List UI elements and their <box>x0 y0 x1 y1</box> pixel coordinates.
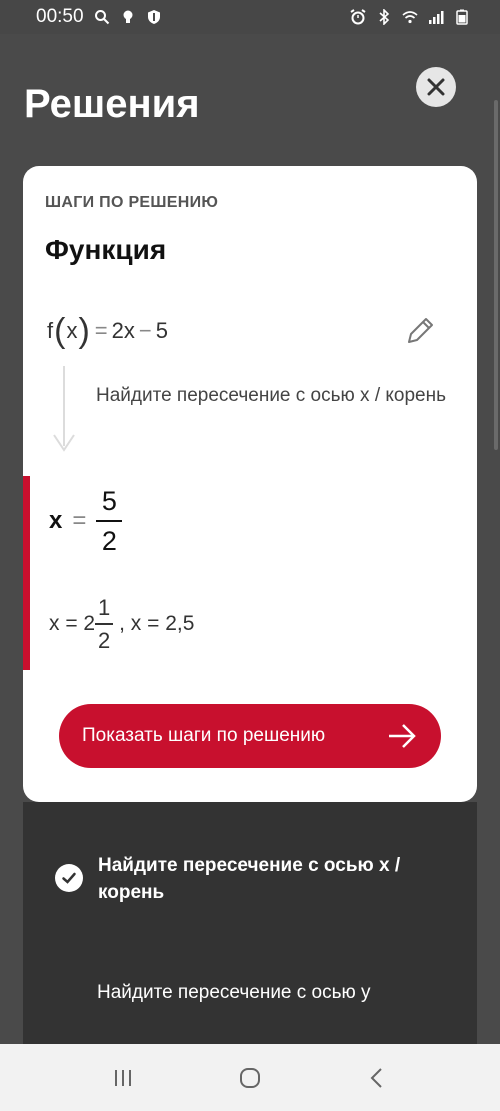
arrow-down-icon <box>53 434 75 452</box>
fraction-bar <box>96 520 123 522</box>
battery-icon <box>454 9 470 25</box>
paren-close: ) <box>78 312 90 350</box>
home-icon <box>239 1067 260 1088</box>
step-description: Найдите пересечение с осью x / корень <box>96 385 447 406</box>
search-icon <box>94 9 110 25</box>
page-title: Решения <box>24 82 200 126</box>
steps-heading: ШАГИ ПО РЕШЕНИЮ <box>45 194 219 211</box>
close-button[interactable] <box>416 67 456 107</box>
alt-fraction: 1 2 <box>95 594 114 654</box>
status-right <box>350 9 470 25</box>
back-icon <box>370 1067 382 1088</box>
alt-numerator: 1 <box>98 595 111 620</box>
wifi-icon <box>402 9 418 25</box>
bluetooth-icon <box>376 9 392 25</box>
expr-rhs: 5 <box>155 318 168 343</box>
paren-open: ( <box>54 312 66 350</box>
status-bar: 00:50 <box>0 0 500 34</box>
recent-apps-button[interactable] <box>103 1058 143 1098</box>
result-accent-bar <box>23 476 30 670</box>
func-name: f <box>47 318 54 343</box>
pencil-icon[interactable] <box>403 314 437 348</box>
close-icon <box>427 78 445 96</box>
steps-list: Найдите пересечение с осью x / корень На… <box>23 802 477 1044</box>
home-button[interactable] <box>230 1058 270 1098</box>
result-equals: = <box>72 507 87 534</box>
show-steps-button[interactable]: Показать шаги по решению <box>59 704 441 768</box>
check-icon <box>55 864 83 892</box>
expr-lhs: 2x <box>111 318 135 343</box>
navigation-bar <box>0 1044 500 1111</box>
signal-icon <box>428 9 444 25</box>
solution-card: ШАГИ ПО РЕШЕНИЮ Функция f ( x ) = 2x − 5… <box>23 166 477 802</box>
status-time: 00:50 <box>36 6 84 27</box>
show-steps-label: Показать шаги по решению <box>82 725 326 746</box>
list-item[interactable]: Найдите пересечение с осью x / корень <box>55 852 415 906</box>
result-fraction: 5 2 <box>96 484 123 558</box>
alt-fraction-bar <box>95 623 114 625</box>
recent-apps-icon <box>115 1069 132 1086</box>
arrow-right-icon <box>389 724 416 748</box>
alarm-icon <box>350 9 366 25</box>
scrollbar[interactable] <box>494 100 498 450</box>
lightbulb-icon <box>120 9 136 25</box>
list-item[interactable]: Найдите пересечение с осью y <box>97 982 371 1004</box>
func-arg: x <box>66 318 78 343</box>
result-alternatives: x = 2 1 2 , x = 2,5 <box>49 594 194 654</box>
shield-icon <box>146 9 162 25</box>
alt-denominator: 2 <box>98 627 111 653</box>
fraction-numerator: 5 <box>101 486 117 516</box>
result-var: x <box>49 507 63 534</box>
equals-sign: = <box>94 318 108 343</box>
result-main: x = 5 2 <box>49 484 123 558</box>
function-title: Функция <box>45 234 167 265</box>
back-button[interactable] <box>357 1058 397 1098</box>
fraction-denominator: 2 <box>101 526 117 556</box>
alt-lead: x = 2 <box>49 611 96 635</box>
status-left: 00:50 <box>36 6 162 28</box>
alt-tail: , x = 2,5 <box>119 611 195 635</box>
minus-sign: − <box>138 318 152 343</box>
function-expression: f ( x ) = 2x − 5 <box>47 314 168 348</box>
list-item-label: Найдите пересечение с осью x / корень <box>98 855 401 903</box>
